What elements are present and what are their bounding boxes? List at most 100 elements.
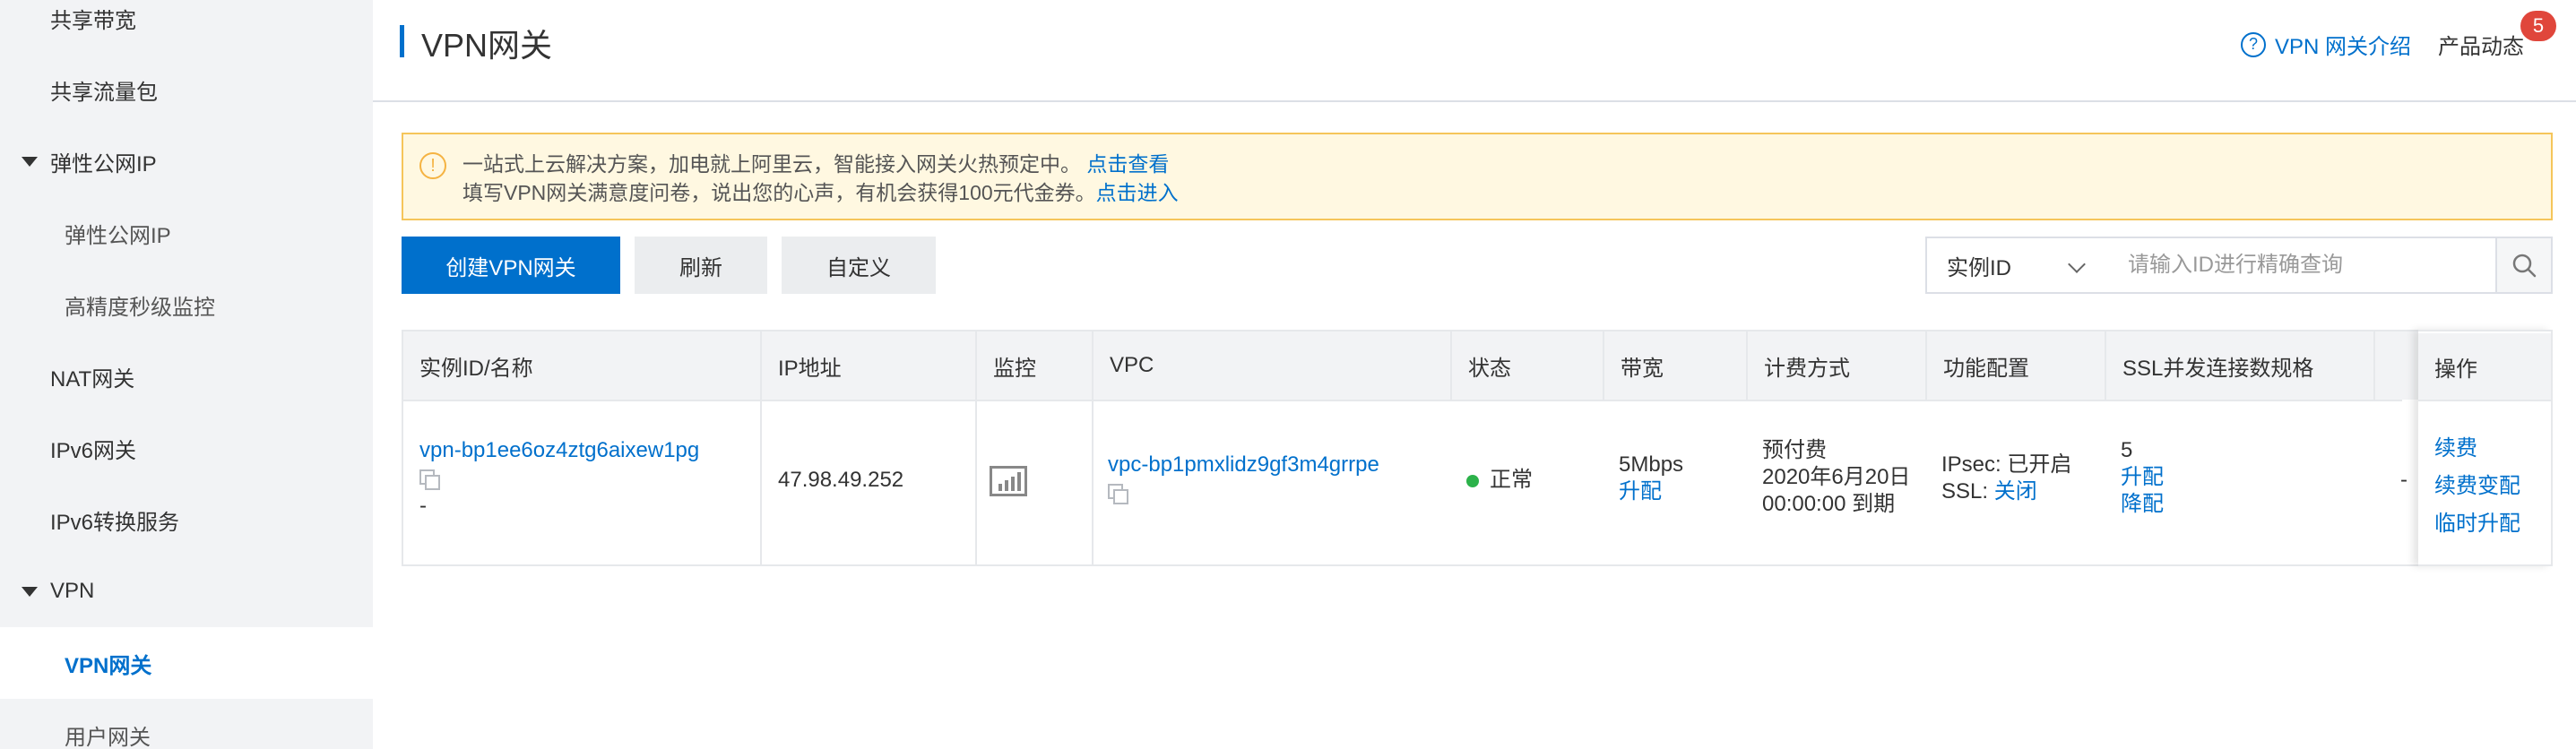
search-icon [2512, 254, 2537, 278]
sidebar-item-high-precision-monitor[interactable]: 高精度秒级监控 [0, 269, 373, 340]
sidebar-item-label: 高精度秒级监控 [65, 295, 215, 320]
sidebar-item-eip[interactable]: 弹性公网IP [0, 197, 373, 269]
sidebar-item-vpn-gateway[interactable]: VPN网关 [0, 627, 373, 699]
notice-enter-link[interactable]: 点击进入 [1096, 181, 1179, 204]
vpc-cell: vpc-bp1pmxlidz9gf3m4grrpe [1108, 452, 1379, 507]
column-divider [2105, 331, 2106, 400]
ssl-upgrade-link[interactable]: 升配 [2121, 464, 2164, 491]
ipsec-value: 已开启 [2007, 452, 2072, 477]
sidebar-group-eip[interactable]: 弹性公网IP [0, 125, 373, 197]
instance-id-link[interactable]: vpn-bp1ee6oz4ztg6aixew1pg [419, 437, 699, 464]
sidebar-item-shared-bandwidth[interactable]: 共享带宽 [0, 0, 373, 54]
caret-down-icon [22, 586, 38, 597]
col-header-billing: 计费方式 [1764, 356, 1850, 381]
notice-line-2: 填写VPN网关满意度问卷，说出您的心声，有机会获得100元代金券。点击进入 [462, 176, 1179, 206]
col-header-vpc: VPC [1110, 353, 1154, 377]
bandwidth-upgrade-link[interactable]: 升配 [1619, 478, 1683, 505]
col-header-instance: 实例ID/名称 [419, 356, 533, 381]
search-input[interactable] [2103, 237, 2497, 294]
header-divider [403, 400, 2402, 401]
col-header-ip: IP地址 [778, 356, 842, 381]
billing-expire: 00:00:00 到期 [1762, 492, 1896, 516]
column-divider [2373, 331, 2375, 400]
column-divider [760, 331, 762, 564]
sidebar-item-label: IPv6转换服务 [50, 510, 180, 535]
sidebar-item-label: IPv6网关 [50, 438, 137, 463]
search-button[interactable] [2497, 237, 2553, 294]
column-divider [1603, 331, 1604, 400]
sidebar-item-nat-gateway[interactable]: NAT网关 [0, 340, 373, 412]
operations-cell: 续费 续费变配 临时升配 [2434, 430, 2520, 543]
status-ok-icon [1466, 474, 1479, 487]
copy-icon[interactable] [1108, 484, 1128, 504]
vpc-id-link[interactable]: vpc-bp1pmxlidz9gf3m4grrpe [1108, 452, 1379, 478]
col-header-bandwidth: 带宽 [1621, 356, 1664, 381]
sidebar-item-label: 弹性公网IP [50, 151, 157, 176]
table-header: 实例ID/名称 IP地址 监控 VPC 状态 带宽 计费方式 功能配置 SSL并… [403, 331, 2551, 400]
column-divider [1925, 331, 1927, 400]
ssl-label: SSL: [1941, 479, 1989, 504]
status-text: 正常 [1490, 468, 1533, 492]
sidebar: 共享带宽 共享流量包 弹性公网IP 弹性公网IP 高精度秒级监控 NAT网关 I… [0, 0, 373, 749]
chevron-down-icon [2068, 255, 2086, 273]
col-header-features: 功能配置 [1943, 356, 2029, 381]
column-divider [1450, 331, 1452, 400]
notice-view-link[interactable]: 点击查看 [1086, 152, 1169, 176]
monitor-chart-icon[interactable] [990, 466, 1027, 496]
ipsec-label: IPsec: [1941, 452, 2001, 477]
search-filter-value: 实例ID [1947, 255, 2011, 280]
sidebar-item-label: 弹性公网IP [65, 223, 171, 248]
search-filter-select[interactable]: 实例ID [1925, 237, 2105, 294]
sidebar-item-label: VPN [50, 579, 95, 603]
billing-date: 2020年6月20日 [1762, 465, 1911, 489]
sidebar-item-label: 共享流量包 [50, 80, 158, 105]
vpn-intro-link[interactable]: ? VPN 网关介绍 [2240, 29, 2411, 60]
sidebar-item-ipv6-translation[interactable]: IPv6转换服务 [0, 484, 373, 555]
refresh-button[interactable]: 刷新 [635, 237, 767, 294]
notice-line-1: 一站式上云解决方案，加电就上阿里云，智能接入网关火热预定中。 点击查看 [462, 147, 1169, 177]
ssl-spec-cell: 5 升配 降配 [2121, 437, 2164, 518]
page-header: VPN网关 ? VPN 网关介绍 产品动态 5 [373, 0, 2576, 102]
ssl-downgrade-link[interactable]: 降配 [2121, 491, 2164, 518]
billing-cell: 预付费 2020年6月20日 00:00:00 到期 [1762, 437, 1910, 518]
column-divider [1746, 331, 1748, 400]
bandwidth-value: 5Mbps [1619, 452, 1684, 477]
ssl-spec-value: 5 [2121, 438, 2133, 462]
temporary-upgrade-link[interactable]: 临时升配 [2434, 505, 2520, 543]
sidebar-item-ipv6-gateway[interactable]: IPv6网关 [0, 412, 373, 484]
sidebar-item-customer-gateway[interactable]: 用户网关 [0, 699, 373, 749]
create-vpn-gateway-button[interactable]: 创建VPN网关 [402, 237, 620, 294]
notice-text-1: 一站式上云解决方案，加电就上阿里云，智能接入网关火热预定中。 [462, 152, 1081, 176]
col-header-ssl-spec: SSL并发连接数规格 [2122, 356, 2314, 381]
table-row: vpn-bp1ee6oz4ztg6aixew1pg - [419, 437, 699, 520]
sidebar-item-shared-traffic-package[interactable]: 共享流量包 [0, 54, 373, 125]
monitor-cell [990, 466, 1027, 504]
copy-icon[interactable] [419, 469, 440, 490]
sidebar-group-vpn[interactable]: VPN [0, 555, 373, 627]
col-header-status: 状态 [1468, 356, 1511, 381]
vpn-intro-label: VPN 网关介绍 [2274, 35, 2411, 59]
column-divider [1092, 331, 1094, 564]
vpn-gateway-table: 实例ID/名称 IP地址 监控 VPC 状态 带宽 计费方式 功能配置 SSL并… [402, 330, 2553, 566]
warning-icon: ! [419, 152, 446, 179]
notice-text-2: 填写VPN网关满意度问卷，说出您的心声，有机会获得100元代金券。 [462, 181, 1096, 204]
renew-link[interactable]: 续费 [2434, 430, 2520, 468]
ip-address: 47.98.49.252 [778, 468, 904, 492]
renew-change-config-link[interactable]: 续费变配 [2434, 468, 2520, 505]
ssl-toggle-link[interactable]: 关闭 [1994, 479, 2037, 504]
header-divider [2418, 400, 2551, 401]
status-cell: 正常 [1466, 467, 1533, 494]
operations-column: 操作 续费 续费变配 临时升配 [2418, 330, 2553, 566]
column-divider [975, 331, 977, 564]
help-icon: ? [2240, 31, 2266, 57]
product-news-link[interactable]: 产品动态 [2438, 29, 2524, 60]
notice-banner: ! 一站式上云解决方案，加电就上阿里云，智能接入网关火热预定中。 点击查看 填写… [402, 133, 2553, 220]
news-count-badge: 5 [2520, 11, 2556, 41]
sidebar-item-label: 用户网关 [65, 725, 151, 749]
col-header-monitor: 监控 [993, 356, 1036, 381]
features-cell: IPsec: 已开启 SSL: 关闭 [1941, 452, 2071, 505]
customize-button[interactable]: 自定义 [782, 237, 936, 294]
page-title: VPN网关 [421, 27, 553, 64]
col-header-operations: 操作 [2418, 333, 2551, 400]
instance-name: - [419, 494, 427, 518]
